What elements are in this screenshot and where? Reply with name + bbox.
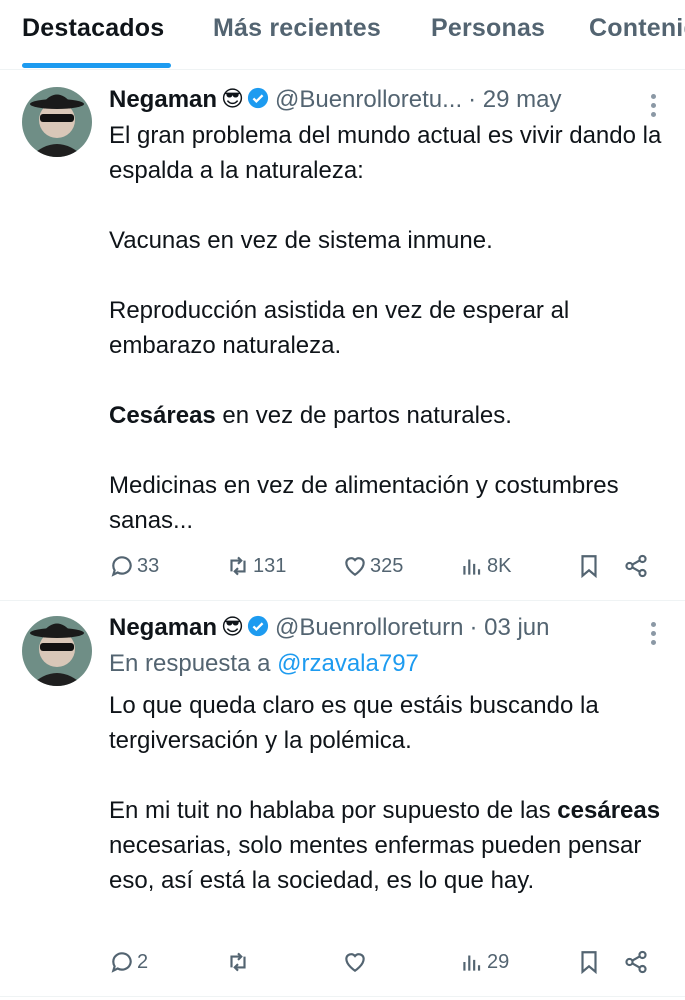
- reply-prefix: En respuesta a: [109, 650, 278, 677]
- tweet-paragraph: Lo que queda claro es que estáis buscand…: [109, 692, 599, 754]
- reply-icon: [111, 952, 132, 973]
- share-icon: [625, 554, 647, 578]
- reply-count: 2: [137, 950, 149, 973]
- retweet-icon: [230, 952, 246, 972]
- tab-personas[interactable]: Personas: [431, 14, 545, 43]
- avatar[interactable]: [22, 87, 92, 157]
- tweet-text-span: necesarias, solo mentes enfermas pueden …: [109, 832, 642, 894]
- bold-text: Cesáreas: [109, 402, 216, 429]
- tweet-paragraph: Vacunas en vez de sistema inmune.: [109, 227, 493, 254]
- views-count: 8K: [487, 554, 512, 577]
- verified-icon: [247, 87, 269, 109]
- tweet-date[interactable]: · 29 may: [468, 86, 561, 113]
- tweet-actions: 2 29: [109, 946, 669, 978]
- bookmark-icon: [581, 951, 597, 975]
- views-count: 29: [487, 950, 510, 973]
- tweet-header: Negaman 😎 @Buenrolloretu... · 29 may: [109, 86, 561, 118]
- reply-button[interactable]: 2: [109, 946, 148, 978]
- tweet-text: Lo que queda claro es que estáis buscand…: [109, 688, 669, 898]
- tweet-paragraph: En mi tuit no hablaba por supuesto de la…: [109, 793, 669, 898]
- retweet-icon: [230, 556, 246, 576]
- reply-count: 33: [137, 554, 160, 577]
- tab-mas-recientes[interactable]: Más recientes: [213, 14, 381, 43]
- active-tab-indicator: [22, 63, 171, 68]
- tweet-text-span: En mi tuit no hablaba por supuesto de la…: [109, 797, 558, 824]
- retweet-button[interactable]: [225, 946, 253, 978]
- tweet-paragraph: El gran problema del mundo actual es viv…: [109, 122, 662, 184]
- sunglasses-emoji: 😎: [221, 86, 244, 111]
- bookmark-button[interactable]: [576, 550, 602, 582]
- tweet-paragraph: Medicinas en vez de alimentación y costu…: [109, 472, 619, 534]
- tweet-header: Negaman 😎 @Buenrolloreturn · 03 jun: [109, 614, 550, 646]
- retweet-button[interactable]: 131: [225, 550, 286, 582]
- tab-bar: Destacados Más recientes Personas Conten…: [0, 0, 685, 70]
- tweet-text: El gran problema del mundo actual es viv…: [109, 118, 669, 538]
- reply-context: En respuesta a @rzavala797: [109, 650, 419, 678]
- reply-button[interactable]: 33: [109, 550, 159, 582]
- views-icon: [463, 955, 481, 971]
- retweet-count: 131: [253, 554, 287, 577]
- like-icon: [345, 557, 365, 576]
- share-icon: [625, 950, 647, 974]
- tweet-actions: 33 131 325 8K: [109, 550, 669, 582]
- tweet-paragraph: Reproducción asistida en vez de esperar …: [109, 297, 570, 359]
- share-button[interactable]: [623, 946, 649, 978]
- tab-destacados[interactable]: Destacados: [22, 14, 164, 43]
- divider: [0, 996, 685, 997]
- author-name[interactable]: Negaman: [109, 614, 217, 641]
- more-icon[interactable]: [651, 622, 657, 649]
- views-button[interactable]: 29: [459, 946, 509, 978]
- bold-text: cesáreas: [557, 797, 661, 824]
- tweet-text-span: en vez de partos naturales.: [215, 402, 512, 429]
- share-button[interactable]: [623, 550, 649, 582]
- bookmark-button[interactable]: [576, 946, 602, 978]
- tweet-date[interactable]: · 03 jun: [469, 614, 549, 641]
- more-icon[interactable]: [651, 94, 657, 121]
- verified-icon: [247, 615, 269, 637]
- avatar[interactable]: [22, 616, 92, 686]
- sunglasses-emoji: 😎: [221, 614, 244, 639]
- like-button[interactable]: 325: [342, 550, 403, 582]
- tweet-paragraph: Cesáreas en vez de partos naturales.: [109, 398, 669, 433]
- tab-contenido[interactable]: Contenido: [589, 14, 685, 43]
- author-name[interactable]: Negaman: [109, 86, 217, 113]
- like-icon: [345, 953, 365, 972]
- bookmark-icon: [581, 555, 597, 579]
- reply-mention-link[interactable]: @rzavala797: [277, 650, 419, 677]
- like-count: 325: [370, 554, 404, 577]
- reply-icon: [111, 556, 132, 577]
- views-icon: [463, 559, 481, 575]
- author-handle[interactable]: @Buenrolloretu...: [275, 86, 462, 113]
- views-button[interactable]: 8K: [459, 550, 511, 582]
- author-handle[interactable]: @Buenrolloreturn: [275, 614, 463, 641]
- divider: [0, 600, 685, 601]
- like-button[interactable]: [342, 946, 370, 978]
